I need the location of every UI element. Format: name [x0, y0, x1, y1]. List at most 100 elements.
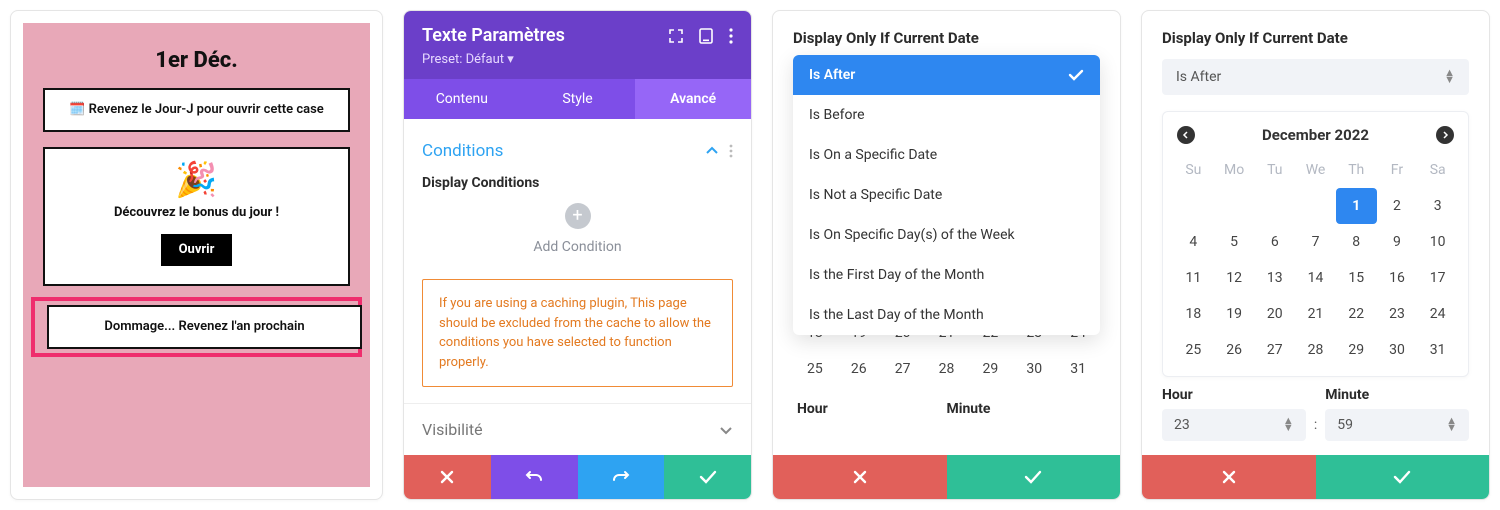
calendar-dow: Tu: [1254, 152, 1295, 188]
cancel-button[interactable]: [773, 455, 947, 499]
section-visibility-header[interactable]: Visibilité: [404, 403, 751, 455]
calendar-day[interactable]: 18: [1173, 296, 1214, 332]
hour-label: Hour: [1162, 387, 1306, 403]
condition-option[interactable]: Is On a Specific Date: [793, 135, 1100, 175]
condition-dropdown-panel: Display Only If Current Date Is AfterIs …: [772, 10, 1121, 500]
tab-advanced[interactable]: Avancé: [635, 79, 751, 119]
confirm-button[interactable]: [947, 455, 1121, 499]
hour-label: Hour: [797, 401, 947, 417]
calendar-day[interactable]: 13: [1254, 260, 1295, 296]
calendar-day[interactable]: 20: [1254, 296, 1295, 332]
add-condition-button[interactable]: +: [565, 203, 591, 229]
chevron-up-icon[interactable]: [705, 144, 719, 158]
calendar-row: 25262728293031: [1173, 332, 1458, 368]
calendar-day[interactable]: 26: [1214, 332, 1255, 368]
calendar-day[interactable]: 10: [1417, 224, 1458, 260]
cancel-button[interactable]: [404, 455, 491, 499]
calendar-day[interactable]: 1: [1336, 188, 1377, 224]
locked-card-text: 🗓️ Revenez le Jour-J pour ouvrir cette c…: [69, 102, 324, 117]
calendar-day[interactable]: 29: [968, 351, 1012, 387]
calendar-day[interactable]: 16: [1377, 260, 1418, 296]
tab-content[interactable]: Contenu: [404, 79, 520, 119]
more-icon[interactable]: [729, 28, 733, 44]
calendar-day[interactable]: 28: [925, 351, 969, 387]
calendar-day[interactable]: 2: [1377, 188, 1418, 224]
add-condition-label: Add Condition: [422, 239, 733, 255]
calendar-dow: We: [1295, 152, 1336, 188]
calendar-day[interactable]: 27: [881, 351, 925, 387]
calendar-day[interactable]: 7: [1295, 224, 1336, 260]
save-button[interactable]: [664, 455, 751, 499]
condition-option[interactable]: Is After: [793, 55, 1100, 95]
next-month-button[interactable]: [1436, 126, 1454, 144]
calendar-day[interactable]: 17: [1417, 260, 1458, 296]
settings-footer: [404, 455, 751, 499]
display-conditions-label: Display Conditions: [422, 175, 733, 191]
calendar-day[interactable]: 30: [1377, 332, 1418, 368]
redo-button[interactable]: [578, 455, 665, 499]
calendar-day[interactable]: 31: [1417, 332, 1458, 368]
updown-icon: ▲▼: [1283, 418, 1294, 431]
minute-input[interactable]: 59 ▲▼: [1325, 409, 1469, 441]
calendar-day[interactable]: 22: [1336, 296, 1377, 332]
calendar-day[interactable]: 5: [1214, 224, 1255, 260]
condition-option[interactable]: Is On Specific Day(s) of the Week: [793, 215, 1100, 255]
calendar-day[interactable]: 26: [837, 351, 881, 387]
calendar-day[interactable]: 31: [1056, 351, 1100, 387]
calendar-day[interactable]: 21: [1295, 296, 1336, 332]
preset-label[interactable]: Preset: Défaut ▾: [422, 52, 733, 67]
condition-dropdown[interactable]: Is After Is Before Is On a Specific Date Is…: [793, 55, 1100, 335]
calendar-dow: Sa: [1417, 152, 1458, 188]
calendar-day[interactable]: 23: [1377, 296, 1418, 332]
advent-title: 1er Déc.: [155, 48, 237, 73]
cancel-button[interactable]: [1142, 455, 1316, 499]
calendar-row: 45678910: [1173, 224, 1458, 260]
condition-select[interactable]: Is After ▲▼: [1162, 59, 1469, 95]
missed-card-text: Dommage... Revenez l'an prochain: [104, 319, 304, 334]
calendar-day[interactable]: 15: [1336, 260, 1377, 296]
condition-footer: [1142, 455, 1489, 499]
calendar-day[interactable]: 24: [1417, 296, 1458, 332]
calendar-dow: Su: [1173, 152, 1214, 188]
confirm-button[interactable]: [1316, 455, 1490, 499]
calendar-day[interactable]: 11: [1173, 260, 1214, 296]
section-more-icon[interactable]: [729, 144, 733, 158]
calendar-day[interactable]: 14: [1295, 260, 1336, 296]
calendar-day[interactable]: 8: [1336, 224, 1377, 260]
calendar-day[interactable]: 6: [1254, 224, 1295, 260]
tab-style[interactable]: Style: [520, 79, 636, 119]
undo-button[interactable]: [491, 455, 578, 499]
time-colon: :: [1314, 395, 1317, 433]
tablet-icon[interactable]: [699, 28, 713, 44]
calendar-day[interactable]: 28: [1295, 332, 1336, 368]
hour-input[interactable]: 23 ▲▼: [1162, 409, 1306, 441]
calendar-day[interactable]: 25: [1173, 332, 1214, 368]
condition-option[interactable]: Is the Last Day of the Month: [793, 295, 1100, 335]
expand-icon[interactable]: [669, 29, 683, 43]
calendar-row: 25262728293031: [793, 351, 1100, 387]
open-button[interactable]: Ouvrir: [161, 234, 233, 266]
settings-panel: Texte Paramètres Preset: Défaut ▾ Conten…: [403, 10, 752, 500]
calendar-day[interactable]: 9: [1377, 224, 1418, 260]
condition-option-label: Is On a Specific Date: [809, 147, 937, 163]
condition-option-label: Is After: [809, 67, 855, 83]
prev-month-button[interactable]: [1177, 126, 1195, 144]
calendar-day[interactable]: 29: [1336, 332, 1377, 368]
updown-icon: ▲▼: [1444, 70, 1455, 83]
condition-option-label: Is On Specific Day(s) of the Week: [809, 227, 1015, 243]
calendar-day[interactable]: 30: [1012, 351, 1056, 387]
condition-option[interactable]: Is Before: [793, 95, 1100, 135]
calendar-day[interactable]: 3: [1417, 188, 1458, 224]
calendar-day[interactable]: 25: [793, 351, 837, 387]
condition-date-panel: Display Only If Current Date Is After ▲▼…: [1141, 10, 1490, 500]
condition-option-label: Is the Last Day of the Month: [809, 307, 984, 323]
calendar-day[interactable]: 27: [1254, 332, 1295, 368]
condition-option[interactable]: Is Not a Specific Date: [793, 175, 1100, 215]
calendar-day[interactable]: 19: [1214, 296, 1255, 332]
condition-option[interactable]: Is the First Day of the Month: [793, 255, 1100, 295]
missed-card: Dommage... Revenez l'an prochain: [47, 305, 362, 349]
calendar-dow: Th: [1336, 152, 1377, 188]
section-conditions-header[interactable]: Conditions: [422, 133, 733, 161]
calendar-day[interactable]: 4: [1173, 224, 1214, 260]
calendar-day[interactable]: 12: [1214, 260, 1255, 296]
